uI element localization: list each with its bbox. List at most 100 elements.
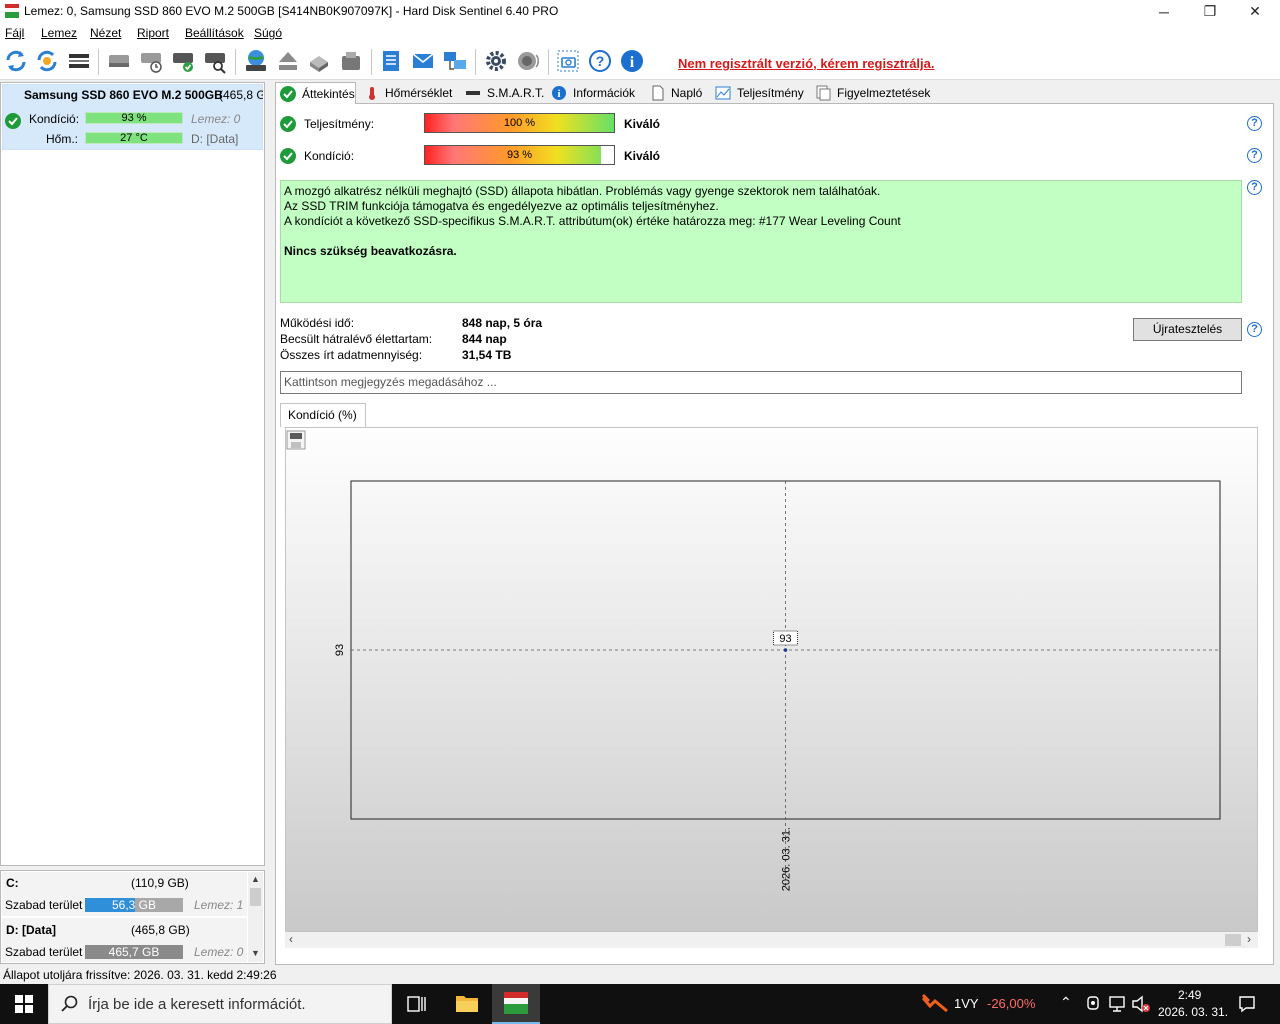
globe-disk-icon[interactable] <box>243 48 269 74</box>
status-line: A kondíciót a következő SSD-specifikus S… <box>284 214 901 228</box>
drive-disk-index: Lemez: 1 <box>194 898 244 912</box>
retest-button[interactable]: Újratesztelés <box>1133 318 1242 341</box>
info-icon[interactable]: i <box>619 48 645 74</box>
disk-info-icon[interactable] <box>66 48 92 74</box>
volume-muted-icon[interactable] <box>1131 995 1151 1013</box>
disk-icon[interactable] <box>106 48 132 74</box>
close-button[interactable]: ✕ <box>1232 0 1278 23</box>
performance-bar: 100 % <box>424 113 615 133</box>
condition-value: 93 % <box>506 149 533 161</box>
performance-ok-icon <box>280 116 296 132</box>
disk-ok-icon[interactable] <box>170 48 196 74</box>
disk-list-panel <box>0 82 265 866</box>
task-view-icon[interactable] <box>407 995 427 1013</box>
tab-log[interactable]: Napló <box>647 82 702 104</box>
tab-performance[interactable]: Teljesítmény <box>711 82 804 104</box>
tab-smart[interactable]: S.M.A.R.T. <box>461 82 544 104</box>
disk-index: Lemez: 0 <box>191 112 241 126</box>
help-icon[interactable]: ? <box>1247 148 1262 163</box>
search-placeholder: Írja be ide a keresett információt. <box>88 996 306 1013</box>
svg-text:i: i <box>630 54 635 71</box>
disk-test-icon[interactable] <box>202 48 228 74</box>
disk-schedule-icon[interactable] <box>138 48 164 74</box>
toolbar: ? i <box>0 43 1280 80</box>
status-line: A mozgó alkatrész nélküli meghajtó (SSD)… <box>284 184 881 198</box>
stock-symbol[interactable]: 1VY <box>954 996 979 1011</box>
maximize-button[interactable]: ❐ <box>1187 0 1233 23</box>
help-icon[interactable]: ? <box>587 48 613 74</box>
written-value: 31,54 TB <box>462 348 512 362</box>
backup-icon[interactable] <box>338 48 364 74</box>
status-bar: Állapot utoljára frissítve: 2026. 03. 31… <box>0 966 1280 984</box>
windows-start-icon[interactable] <box>15 995 33 1013</box>
hdsentinel-icon <box>504 992 528 1014</box>
refresh-all-icon[interactable] <box>34 48 60 74</box>
tab-label: Napló <box>671 86 703 100</box>
tab-overview[interactable]: Áttekintés <box>275 82 356 104</box>
menu-disk[interactable]: Lemez <box>41 26 77 40</box>
network-icon[interactable] <box>1108 995 1126 1013</box>
condition-label: Kondíció: <box>304 149 355 163</box>
chevron-up-icon[interactable]: ⌃ <box>1060 994 1072 1011</box>
menu-report[interactable]: Riport <box>137 26 169 40</box>
toolbar-separator <box>475 49 476 75</box>
written-label: Összes írt adatmennyiség: <box>280 348 423 362</box>
menu-file[interactable]: Fájl <box>5 26 24 40</box>
help-icon[interactable]: ? <box>1247 180 1262 195</box>
menu-bar: Fájl Lemez Nézet Riport Beállítások Súgó <box>0 23 1280 43</box>
tab-label: Figyelmeztetések <box>837 86 931 100</box>
stock-change[interactable]: -26,00% <box>987 996 1035 1011</box>
uptime-label: Működési idő: <box>280 316 355 330</box>
minimize-button[interactable]: ─ <box>1141 0 1187 23</box>
toolbar-separator <box>548 49 549 75</box>
x-tick-label: 2026. 03. 31. <box>781 827 793 891</box>
screenshot-icon[interactable] <box>555 48 581 74</box>
registration-warning-link[interactable]: Nem regisztrált verzió, kérem regisztrál… <box>678 56 935 71</box>
refresh-icon[interactable] <box>3 48 29 74</box>
tab-label: Áttekintés <box>302 86 355 101</box>
notes-icon[interactable] <box>378 48 404 74</box>
tab-temperature[interactable]: Hőmérséklet <box>361 82 452 104</box>
help-icon[interactable]: ? <box>1247 322 1262 337</box>
stock-trend-icon[interactable] <box>922 994 948 1012</box>
svg-text:i: i <box>557 88 560 100</box>
file-explorer-icon[interactable] <box>455 993 479 1013</box>
network-disk-icon[interactable] <box>306 48 332 74</box>
lifetime-label: Becsült hátralévő élettartam: <box>280 332 433 346</box>
status-summary: Nincs szükség beavatkozásra. <box>284 244 457 258</box>
y-tick-label: 93 <box>334 644 346 656</box>
chart-horizontal-scrollbar[interactable]: ‹ › <box>285 932 1258 948</box>
uptime-value: 848 nap, 5 óra <box>462 316 543 330</box>
tab-label: Teljesítmény <box>737 86 804 100</box>
disk-condition-bar: 93 % <box>85 112 183 124</box>
help-icon[interactable]: ? <box>1247 116 1262 131</box>
menu-view[interactable]: Nézet <box>90 26 121 40</box>
menu-help[interactable]: Súgó <box>254 26 282 40</box>
network-icon[interactable] <box>442 48 468 74</box>
chart-icon <box>715 86 731 100</box>
status-ok-icon <box>5 113 21 129</box>
drives-scrollbar[interactable]: ▲ ▼ <box>248 872 263 962</box>
disk-size: (465,8 GB) <box>219 88 263 102</box>
clock-date[interactable]: 2026. 03. 31. <box>1158 1005 1228 1019</box>
condition-rating: Kiváló <box>624 149 661 163</box>
meet-now-icon[interactable] <box>1085 995 1101 1013</box>
note-field[interactable]: Kattintson megjegyzés megadásához ... <box>280 371 1242 394</box>
toolbar-separator <box>98 49 99 75</box>
disk-temp-label: Hőm.: <box>46 132 79 146</box>
email-icon[interactable] <box>410 48 436 74</box>
taskbar-app-hdsentinel[interactable] <box>492 984 540 1024</box>
tab-alerts[interactable]: Figyelmeztetések <box>811 82 930 104</box>
window-title: Lemez: 0, Samsung SSD 860 EVO M.2 500GB … <box>24 4 559 18</box>
clock-time[interactable]: 2:49 <box>1178 988 1201 1002</box>
chart-tab-condition[interactable]: Kondíció (%) <box>280 403 366 427</box>
drive-letter: C: <box>6 876 19 890</box>
notification-icon[interactable] <box>1238 995 1256 1013</box>
settings-icon[interactable] <box>483 48 509 74</box>
tab-information[interactable]: i Információk <box>547 82 635 104</box>
sound-icon[interactable] <box>515 48 541 74</box>
eject-icon[interactable] <box>275 48 301 74</box>
toolbar-separator <box>371 49 372 75</box>
menu-settings[interactable]: Beállítások <box>185 26 244 40</box>
condition-chart: 93 93 2026. 03. 31. <box>334 480 1221 891</box>
